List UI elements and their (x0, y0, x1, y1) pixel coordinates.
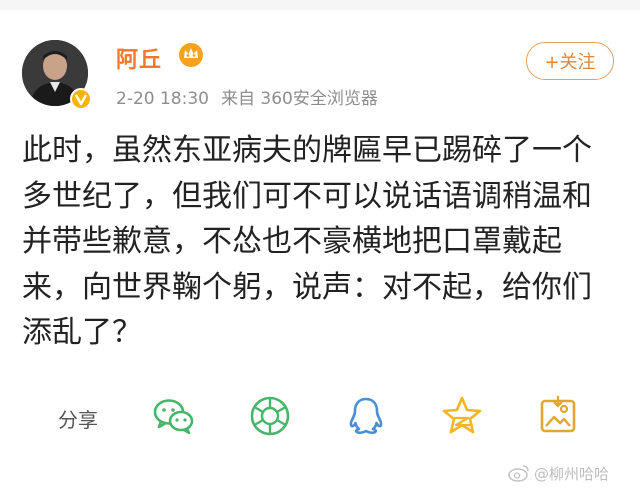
username[interactable]: 阿丘 (116, 42, 162, 74)
post-text-line: 来，向世界鞠个躬，说声：对不起，给你们 (22, 269, 592, 305)
share-label: 分享 (58, 408, 98, 432)
top-divider (0, 0, 640, 10)
post-text: 此时，虽然东亚病夫的牌匾早已踢碎了一个 多世纪了，但我们可不可以说话语调稍温和 … (22, 128, 622, 356)
post-source: 来自 360安全浏览器 (220, 89, 378, 109)
watermark: @柳州哈哈 (508, 460, 609, 486)
post-text-line: 并带些歉意，不怂也不豪横地把口罩戴起 (22, 224, 562, 259)
wechat-icon[interactable] (150, 392, 198, 440)
share-bar: 分享 (0, 392, 640, 444)
post-text-line: 此时，虽然东亚病夫的牌匾早已踢碎了一个 (22, 133, 592, 168)
weibo-logo-icon (508, 465, 529, 482)
verified-badge-icon (70, 88, 92, 110)
post-text-line: 多世纪了，但我们可不可以说话语调稍温和 (22, 178, 592, 214)
qq-icon[interactable] (342, 392, 390, 440)
follow-button[interactable]: +关注 (526, 42, 614, 80)
weibo-post: 阿丘 2-20 18:30 来自 360安全浏览器 +关注 此时，虽然东亚病夫的牌… (0, 0, 640, 496)
moments-icon[interactable] (246, 392, 294, 440)
post-text-line: 添乱了？ (22, 315, 142, 350)
save-image-icon[interactable] (534, 392, 582, 440)
qzone-icon[interactable] (438, 392, 486, 440)
post-timestamp: 2-20 18:30 (116, 89, 209, 109)
post-meta: 2-20 18:30 来自 360安全浏览器 (116, 84, 378, 109)
watermark-text: @柳州哈哈 (534, 464, 610, 483)
member-crown-icon (178, 42, 204, 68)
